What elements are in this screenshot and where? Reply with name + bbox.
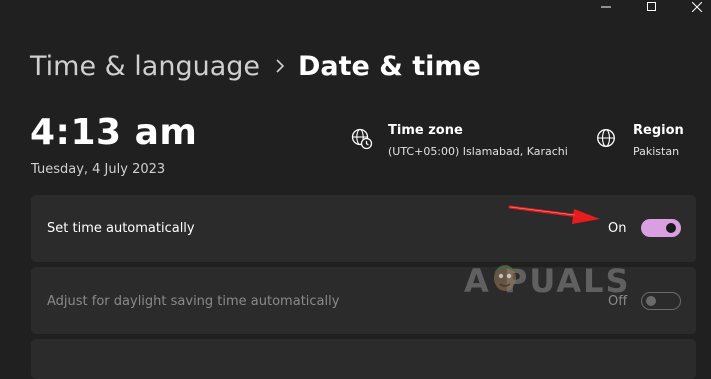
set-time-automatically-row: Set time automatically On [31,195,696,262]
mascot-icon [494,265,516,291]
daylight-saving-toggle[interactable] [641,292,681,310]
chevron-right-icon [276,59,285,73]
set-time-automatically-label: Set time automatically [47,221,195,236]
appuals-watermark-logo: A PUALS [464,262,631,300]
daylight-saving-label: Adjust for daylight saving time automati… [47,294,340,309]
breadcrumb-parent-link[interactable]: Time & language [30,51,260,82]
toggle-knob [666,223,676,233]
minimize-button[interactable] [592,0,620,14]
close-icon [692,2,702,12]
minimize-icon [601,6,611,8]
breadcrumb: Time & language Date & time [30,46,481,86]
time-zone-title: Time zone [388,123,463,138]
time-zone-value: (UTC+05:00) Islamabad, Karachi [388,145,568,158]
maximize-icon [647,2,656,11]
region-value: Pakistan [633,145,680,158]
globe-icon [596,122,622,159]
set-time-automatically-state: On [608,221,627,236]
toggle-knob [646,296,656,306]
set-time-automatically-toggle[interactable] [641,219,681,237]
maximize-button[interactable] [638,0,666,14]
close-button[interactable] [683,0,711,14]
current-date: Tuesday, 4 July 2023 [31,162,166,177]
time-zone-info[interactable]: Time zone (UTC+05:00) Islamabad, Karachi [351,122,568,159]
region-title: Region [633,123,684,138]
page-title: Date & time [298,50,481,82]
current-time: 4:13 am [30,112,198,153]
globe-clock-icon [351,122,377,159]
next-setting-row [31,339,696,379]
region-info[interactable]: Region Pakistan [596,122,684,159]
